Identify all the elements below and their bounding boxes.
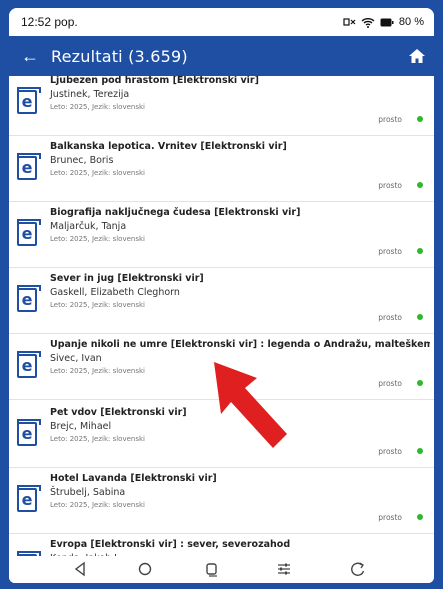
result-title: Balkanska lepotica. Vrnitev [Elektronski… <box>50 141 287 152</box>
ebook-glyph: e <box>21 356 33 375</box>
result-title: Upanje nikoli ne umre [Elektronski vir] … <box>50 339 430 350</box>
availability-dot <box>417 116 423 122</box>
home-icon[interactable] <box>408 47 426 65</box>
ebook-icon: e <box>17 485 41 512</box>
availability-dot <box>417 248 423 254</box>
home-circle-icon[interactable] <box>134 559 156 579</box>
battery-level: 80 % <box>398 16 424 28</box>
system-nav-bar <box>9 556 434 583</box>
result-author: Štrubelj, Sabina <box>50 487 126 498</box>
status-bar: 12:52 pop. 80 % <box>9 8 434 36</box>
list-item[interactable]: e Upanje nikoli ne umre [Elektronski vir]… <box>9 334 434 400</box>
back-arrow-icon[interactable]: ← <box>15 46 45 67</box>
result-meta: Leto: 2025, Jezik: slovenski <box>50 301 145 309</box>
result-meta: Leto: 2025, Jezik: slovenski <box>50 435 145 443</box>
screen: 12:52 pop. 80 % ← Rezultati (3.659) e Lju… <box>9 8 434 583</box>
ebook-icon: e <box>17 419 41 446</box>
result-title: Evropa [Elektronski vir] : sever, severo… <box>50 539 291 550</box>
result-author: Justinek, Terezija <box>50 89 130 100</box>
results-list: e Ljubezen pod hrastom [Elektronski vir] J… <box>9 76 434 556</box>
result-author: Sivec, Ivan <box>50 353 102 364</box>
list-item[interactable]: e Sever in jug [Elektronski vir] Gaskell, … <box>9 268 434 334</box>
list-item[interactable]: e Balkanska lepotica. Vrnitev [Elektronsk… <box>9 136 434 202</box>
list-item[interactable]: e Biografija naključnega čudesa [Elektron… <box>9 202 434 268</box>
app-bar: ← Rezultati (3.659) <box>9 36 434 76</box>
availability-label: prosto <box>378 115 402 124</box>
wifi-icon <box>361 17 375 28</box>
result-author: Brunec, Boris <box>50 155 114 166</box>
result-meta: Leto: 2025, Jezik: slovenski <box>50 235 145 243</box>
sliders-icon[interactable] <box>273 559 295 579</box>
list-item[interactable]: e Hotel Lavanda [Elektronski vir] Štrubelj… <box>9 468 434 534</box>
back-triangle-icon[interactable] <box>69 559 91 579</box>
status-icons: 80 % <box>343 16 424 28</box>
result-author: Brejc, Mihael <box>50 421 112 432</box>
ebook-glyph: e <box>21 158 33 177</box>
result-title: Biografija naključnega čudesa [Elektrons… <box>50 207 301 218</box>
availability-label: prosto <box>378 447 402 456</box>
result-title: Hotel Lavanda [Elektronski vir] <box>50 473 217 484</box>
ebook-glyph: e <box>21 224 33 243</box>
result-title: Pet vdov [Elektronski vir] <box>50 407 187 418</box>
result-title: Sever in jug [Elektronski vir] <box>50 273 204 284</box>
result-title: Ljubezen pod hrastom [Elektronski vir] <box>50 76 259 86</box>
list-item[interactable]: e Pet vdov [Elektronski vir] Brejc, Mihael… <box>9 402 434 468</box>
ebook-icon: e <box>17 351 41 378</box>
page-title: Rezultati (3.659) <box>51 46 188 66</box>
battery-icon <box>380 18 394 26</box>
result-meta: Leto: 2025, Jezik: slovenski <box>50 501 145 509</box>
ebook-glyph: e <box>21 424 33 443</box>
result-author: Gaskell, Elizabeth Cleghorn <box>50 287 180 298</box>
availability-label: prosto <box>378 247 402 256</box>
availability-label: prosto <box>378 181 402 190</box>
availability-dot <box>417 314 423 320</box>
ebook-glyph: e <box>21 290 33 309</box>
result-author: Maljarčuk, Tanja <box>50 221 127 232</box>
list-item[interactable]: e Ljubezen pod hrastom [Elektronski vir] J… <box>9 76 434 136</box>
rotate-icon[interactable] <box>347 559 369 579</box>
status-time: 12:52 pop. <box>21 15 78 29</box>
mute-icon <box>343 18 356 26</box>
ebook-icon: e <box>17 87 41 114</box>
availability-label: prosto <box>378 513 402 522</box>
recents-icon[interactable] <box>201 559 223 579</box>
ebook-icon: e <box>17 285 41 312</box>
availability-label: prosto <box>378 379 402 388</box>
result-meta: Leto: 2025, Jezik: slovenski <box>50 169 145 177</box>
device-frame: 12:52 pop. 80 % ← Rezultati (3.659) e Lju… <box>0 0 443 589</box>
availability-dot <box>417 182 423 188</box>
result-meta: Leto: 2025, Jezik: slovenski <box>50 103 145 111</box>
ebook-glyph: e <box>21 490 33 509</box>
result-meta: Leto: 2025, Jezik: slovenski <box>50 367 145 375</box>
ebook-icon: e <box>17 153 41 180</box>
availability-dot <box>417 380 423 386</box>
availability-dot <box>417 514 423 520</box>
availability-dot <box>417 448 423 454</box>
ebook-icon: e <box>17 219 41 246</box>
availability-label: prosto <box>378 313 402 322</box>
list-item[interactable]: eEvropa [Elektronski vir] : sever, sever… <box>9 534 434 556</box>
ebook-glyph: e <box>21 92 33 111</box>
